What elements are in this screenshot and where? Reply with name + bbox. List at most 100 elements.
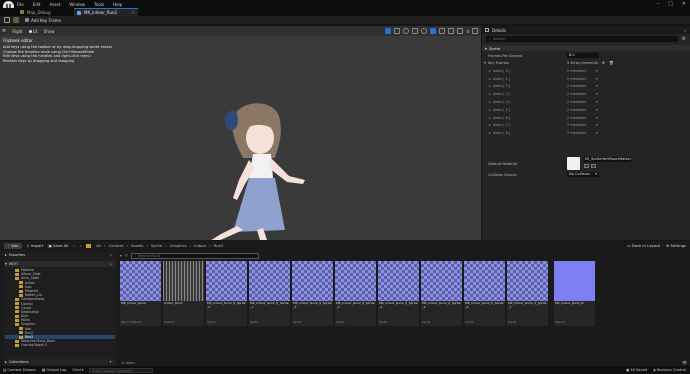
chevron-down-icon[interactable]: ▾ <box>596 77 598 81</box>
key-frame-row[interactable]: ▸ Index [ 5 ] 2 members ▾ <box>482 106 690 114</box>
scale-icon[interactable] <box>412 28 419 34</box>
material-thumbnail[interactable] <box>567 157 580 170</box>
add-button[interactable]: + Add <box>4 242 22 249</box>
key-frame-row[interactable]: ▸ Index [ 7 ] 2 members ▾ <box>482 122 690 130</box>
breadcrumb-item[interactable]: Indoor <box>194 243 206 248</box>
key-frame-row[interactable]: ▸ Index [ 4 ] 2 members ▾ <box>482 98 690 106</box>
output-log-button[interactable]: ▦ Output Log <box>42 368 66 372</box>
view-options-icon[interactable]: 👁 <box>682 360 687 365</box>
search-icon[interactable]: ⌕ <box>110 262 112 266</box>
key-frame-row[interactable]: ▸ Index [ 8 ] 2 members ▾ <box>482 129 690 137</box>
lit-button[interactable]: Lit <box>28 29 38 34</box>
breadcrumb-item[interactable]: Assets <box>131 243 143 248</box>
menu-help[interactable]: Help <box>113 2 122 7</box>
select-mode-icon[interactable] <box>385 28 392 34</box>
asset-tile[interactable]: Indoor_Run2 Texture <box>163 261 204 326</box>
maximize-viewport-icon[interactable] <box>472 28 478 34</box>
menu-window[interactable]: Window <box>69 2 85 7</box>
chevron-down-icon[interactable]: ▾ <box>484 61 486 65</box>
all-saved-button[interactable]: ▣ All Saved <box>626 368 647 372</box>
key-frame-row[interactable]: ▸ Index [ 2 ] 2 members ▾ <box>482 83 690 91</box>
forward-icon[interactable]: › <box>80 243 82 248</box>
asset-tile[interactable]: MK_Indoor_Run2_0_Sprite_0 Sprite <box>206 261 247 326</box>
world-icon[interactable] <box>421 28 428 34</box>
asset-tile[interactable]: MK_Indoor_Run2 Paper Flipbook <box>120 261 161 326</box>
asset-tile[interactable]: MK_Indoor_Run2_0_Sprite_2 Sprite <box>292 261 333 326</box>
frames-per-second-input[interactable]: 8.0 <box>567 53 599 58</box>
save-all-button[interactable]: ▣ Save All <box>48 243 68 248</box>
translate-icon[interactable] <box>394 28 401 34</box>
delete-icon[interactable]: 🗑 <box>609 61 614 65</box>
menu-asset[interactable]: Asset <box>49 2 60 7</box>
close-tab-icon[interactable]: × <box>132 10 135 15</box>
show-button[interactable]: Show <box>44 29 55 34</box>
key-frame-row[interactable]: ▸ Index [ 0 ] 2 members ▾ <box>482 67 690 75</box>
key-frame-row[interactable]: ▸ Index [ 3 ] 2 members ▾ <box>482 90 690 98</box>
cmd-select[interactable]: Cmd ▾ <box>72 368 83 372</box>
section-sprite[interactable]: ▾ Sprite <box>482 45 690 51</box>
details-settings-icon[interactable]: ⚙ <box>681 36 687 42</box>
browse-icon[interactable] <box>13 17 19 23</box>
tab-map-debug[interactable]: Map_Debug <box>17 8 73 16</box>
menu-tools[interactable]: Tools <box>94 2 104 7</box>
camera-speed-icon[interactable] <box>457 28 464 34</box>
dock-in-layout-button[interactable]: ▭ Dock in Layout <box>627 243 660 248</box>
grid-snap-icon[interactable] <box>430 28 437 34</box>
favorites-header[interactable]: ▸ Favorites ⌕ <box>5 252 115 258</box>
collections-header[interactable]: ▸ Collections + <box>5 359 115 365</box>
details-tab[interactable]: Details × <box>482 26 690 34</box>
add-collection-icon[interactable]: + <box>109 360 112 364</box>
close-icon[interactable]: × <box>684 28 687 33</box>
asset-tile[interactable]: MK_Indoor_Run2_0_Sprite_7 Sprite <box>507 261 548 326</box>
chevron-down-icon[interactable]: ▾ <box>596 84 598 88</box>
chevron-down-icon[interactable]: ▾ <box>596 100 598 104</box>
chevron-down-icon[interactable]: ▾ <box>596 116 598 120</box>
close-icon[interactable]: ✕ <box>682 1 686 7</box>
tab-flipbook[interactable]: MK_Indoor_Run2 × <box>74 8 138 16</box>
view-mode-button[interactable]: Right <box>12 29 23 34</box>
key-frame-row[interactable]: ▸ Index [ 6 ] 2 members ▾ <box>482 114 690 122</box>
asset-tile[interactable]: MK_Indoor_Run2_0_Sprite_1 Sprite <box>249 261 290 326</box>
camera-speed-value[interactable]: 4 <box>466 29 469 34</box>
minimize-icon[interactable]: – <box>657 1 660 7</box>
import-button[interactable]: ⇩ Import <box>27 243 44 248</box>
project-header[interactable]: ▾ MOTI ⌕ <box>5 261 115 267</box>
rotation-snap-icon[interactable] <box>439 28 446 34</box>
collision-source-select[interactable]: No Collision ▾ <box>567 172 599 177</box>
search-icon[interactable]: ⌕ <box>110 253 112 257</box>
add-element-icon[interactable]: ⊕ <box>602 61 605 65</box>
breadcrumb-item[interactable]: Graphics <box>170 243 187 248</box>
chevron-down-icon[interactable]: ▾ <box>596 92 598 96</box>
breadcrumb-item[interactable]: Content <box>108 243 123 248</box>
add-key-frame-button[interactable]: Add Key Frame <box>25 17 61 23</box>
filter-funnel-icon[interactable]: ⛛ <box>125 254 128 258</box>
chevron-down-icon[interactable]: ▾ <box>596 108 598 112</box>
asset-search-input[interactable]: ⌕ Search Run2 <box>130 253 259 259</box>
maximize-icon[interactable]: □ <box>668 1 673 7</box>
key-frame-row[interactable]: ▸ Index [ 1 ] 2 members ▾ <box>482 75 690 83</box>
browse-asset-icon[interactable] <box>591 164 596 168</box>
save-icon[interactable] <box>4 17 10 23</box>
tree-item[interactable]: OverlayObject.0 <box>5 343 115 347</box>
chevron-down-icon[interactable]: ▾ <box>596 123 598 127</box>
breadcrumb-item[interactable]: All <box>96 243 101 248</box>
asset-tile[interactable]: MK_Indoor_Run2_0_Sprite_5 Sprite <box>421 261 462 326</box>
rotate-icon[interactable] <box>403 28 410 34</box>
details-search-input[interactable]: ⌕ Search <box>486 36 678 42</box>
breadcrumb-item[interactable]: Run2 <box>214 243 224 248</box>
menu-file[interactable]: File <box>17 2 24 7</box>
default-material-select[interactable]: MI_SpriteVertPaperMaterial <box>583 157 631 162</box>
asset-tile[interactable]: MK_Indoor_Run2_0_Sprite_4 Sprite <box>378 261 419 326</box>
console-command-input[interactable]: Enter Console Command <box>89 367 154 373</box>
revision-control-button[interactable]: ◈ Revision Control <box>653 368 686 372</box>
asset-tile[interactable]: MK_Indoor_Run2_0_Sprite_3 Sprite <box>335 261 376 326</box>
back-icon[interactable]: ‹ <box>73 243 75 248</box>
chevron-down-icon[interactable]: ▾ <box>596 131 598 135</box>
menu-edit[interactable]: Edit <box>33 2 41 7</box>
asset-tile[interactable]: MK_Indoor_Run2_0_Sprite_6 Sprite <box>464 261 505 326</box>
viewport[interactable]: ≡ Right Lit Show 4 Flipbook editor Add k… <box>0 26 481 240</box>
chevron-down-icon[interactable]: ▾ <box>596 69 598 73</box>
settings-button[interactable]: ⚙ Settings <box>666 243 686 248</box>
breadcrumb-item[interactable]: Sprite <box>151 243 162 248</box>
use-selected-icon[interactable] <box>584 164 589 168</box>
